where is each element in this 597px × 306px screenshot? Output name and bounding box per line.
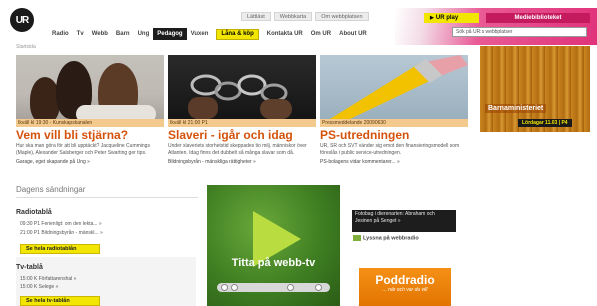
search-input[interactable]: Sök på UR:s webbplatser: [452, 27, 587, 37]
tv-schedule-button[interactable]: Se hela tv-tablån: [20, 296, 100, 306]
news-link[interactable]: Garage, eget skapande på Ung »: [16, 159, 164, 165]
barnaministeriet-banner[interactable]: Barnaministeriet Lördagar 11.03 | P4: [480, 46, 590, 132]
news-desc: UR, SR och SVT vänder sig emot den finan…: [320, 143, 460, 156]
news-meta: Ikväll kl 19:30 - Kunskapskanalen: [16, 119, 164, 127]
news-title[interactable]: Slaveri - igår och idag: [168, 128, 316, 142]
webb-tv-caption: Titta på webb-tv: [231, 257, 316, 269]
barnaministeriet-schedule: Lördagar 11.03 | P4: [518, 119, 572, 127]
volume-icon[interactable]: [315, 284, 322, 291]
webb-tv-player[interactable]: Titta på webb-tv: [207, 185, 340, 306]
barnaministeriet-title: Barnaministeriet: [485, 104, 547, 113]
poddradio-title: Poddradio: [375, 273, 435, 287]
mediebiblioteket-button[interactable]: Mediebiblioteket: [486, 13, 590, 23]
nav-item-kontakta[interactable]: Kontakta UR: [263, 28, 307, 40]
news-title[interactable]: PS-utredningen: [320, 128, 468, 142]
news-image-pencil[interactable]: [320, 55, 468, 119]
nav-item-tv[interactable]: Tv: [73, 28, 88, 40]
todays-broadcasts-heading: Dagens sändningar: [16, 185, 86, 194]
news-link[interactable]: PS-bolagens vidar kommentarer... »: [320, 159, 468, 165]
news-desc: Hur ska man göra för att bli upptäckt? J…: [16, 143, 150, 156]
news-image-chains[interactable]: [168, 55, 316, 119]
divider: [16, 197, 198, 198]
news-desc: Under slaveriets storhetstid skeppades t…: [168, 143, 307, 156]
play-pause-icon[interactable]: [231, 284, 238, 291]
breadcrumb[interactable]: Startsida: [16, 44, 36, 50]
tv-row[interactable]: 15:00 K Selege »: [20, 284, 58, 290]
nav-item-barn[interactable]: Barn: [112, 28, 134, 40]
tv-row[interactable]: 15:00 K Författarenshal »: [20, 276, 76, 282]
top-link-webbkarta[interactable]: Webbkarta: [273, 12, 313, 21]
news-snippet[interactable]: Fotobag i dierenarten: Abraham och Jesin…: [352, 210, 456, 232]
nav-item-vuxen[interactable]: Vuxen: [187, 28, 213, 40]
news-image-people[interactable]: [16, 55, 164, 119]
nav-item-webb[interactable]: Webb: [88, 28, 112, 40]
nav-item-radio[interactable]: Radio: [48, 28, 73, 40]
radio-row[interactable]: 09:30 P1 Ferienligt: om den lekta... »: [20, 221, 102, 227]
news-card-stjarna: Ikväll kl 19:30 - Kunskapskanalen Vem vi…: [16, 55, 164, 165]
news-meta: Ikväll kl 21:00 P1: [168, 119, 316, 127]
nav-item-om-ur[interactable]: Om UR: [307, 28, 335, 40]
news-link[interactable]: Bildningsbyrån - mänskliga rättigheter »: [168, 159, 316, 165]
top-links: Lättläst Webbkarta Om webbplatsen: [241, 12, 369, 21]
news-card-slaveri: Ikväll kl 21:00 P1 Slaveri - igår och id…: [168, 55, 316, 165]
news-title[interactable]: Vem vill bli stjärna?: [16, 128, 164, 142]
nav-item-ung[interactable]: Ung: [134, 28, 154, 40]
listen-webbradio-link[interactable]: Lyssna på webbradio: [353, 235, 419, 241]
radio-schedule-heading: Radiotablå: [16, 209, 52, 216]
radio-row[interactable]: 21:00 P1 Bildningsbyrån - mänskl... »: [20, 230, 103, 236]
rewind-icon[interactable]: [221, 284, 228, 291]
nav-item-pedagog[interactable]: Pedagog: [153, 28, 187, 40]
news-meta: Pressmeddelande 20090630: [320, 119, 468, 127]
player-controls[interactable]: [217, 283, 330, 292]
top-link-om-webbplatsen[interactable]: Om webbplatsen: [315, 12, 369, 21]
poddradio-subtitle: ... när och var du vill: [382, 287, 428, 293]
ur-logo[interactable]: UR: [10, 8, 34, 32]
nav-item-about-ur[interactable]: About UR: [335, 28, 371, 40]
radio-schedule-button[interactable]: Se hela radiotablån: [20, 244, 100, 254]
seek-handle[interactable]: [287, 284, 294, 291]
poddradio-banner[interactable]: Poddradio ... när och var du vill: [359, 268, 451, 306]
main-nav: Radio Tv Webb Barn Ung Pedagog Vuxen Lån…: [48, 28, 371, 40]
tv-schedule-heading: Tv-tablå: [16, 264, 43, 271]
ur-play-button[interactable]: UR play: [424, 13, 479, 23]
news-card-ps: Pressmeddelande 20090630 PS-utredningen …: [320, 55, 468, 165]
top-link-lattlast[interactable]: Lättläst: [241, 12, 271, 21]
lana-kop-button[interactable]: Låna & köp: [216, 28, 259, 40]
